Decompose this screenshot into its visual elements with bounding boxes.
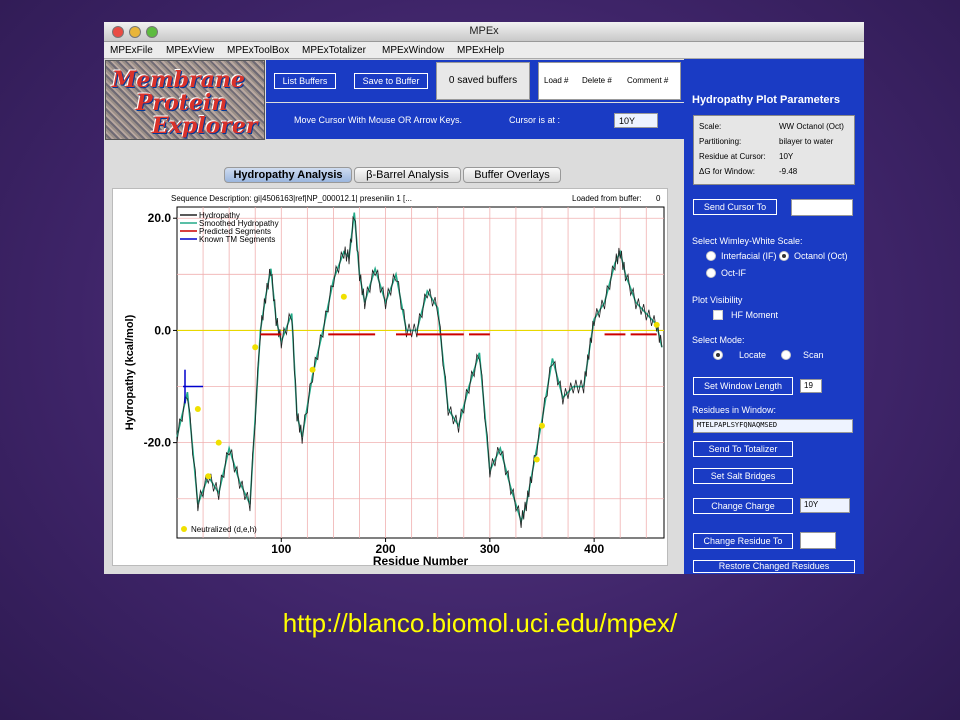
scale-option-label: Octanol (Oct)	[794, 251, 848, 261]
change-residue-to-button[interactable]: Change Residue To	[693, 533, 793, 549]
logo-word-explorer: Explorer	[152, 113, 258, 139]
legend-label: Known TM Segments	[199, 235, 275, 244]
neutralized-legend-label: Neutralized (d,e,h)	[191, 525, 257, 534]
restore-changed-residues-button[interactable]: Restore Changed Residues	[693, 560, 855, 573]
window-title: MPEx	[469, 25, 499, 37]
scale-radio-octanol[interactable]	[779, 251, 789, 261]
menu-mpexfile[interactable]: MPExFile	[110, 45, 153, 56]
cursor-instruction: Move Cursor With Mouse OR Arrow Keys.	[294, 115, 463, 125]
cursor-row: Move Cursor With Mouse OR Arrow Keys. Cu…	[266, 103, 684, 139]
y-tick-label: -20.0	[144, 436, 172, 450]
neutralized-point	[538, 422, 545, 429]
set-window-length-button[interactable]: Set Window Length	[693, 377, 793, 395]
param-key: ΔG for Window:	[699, 167, 756, 176]
menu-mpextotalizer[interactable]: MPExTotalizer	[302, 45, 366, 56]
list-buffers-button[interactable]: List Buffers	[274, 73, 336, 89]
neutralized-point	[252, 344, 259, 351]
buffer-actions-panel: Load # Delete # Comment #	[538, 62, 681, 100]
menu-mpexview[interactable]: MPExView	[166, 45, 214, 56]
params-title: Hydropathy Plot Parameters	[692, 94, 840, 106]
hf-moment-checkbox[interactable]	[713, 310, 723, 320]
param-value: bilayer to water	[779, 137, 834, 146]
tab-hydropathy-analysis[interactable]: Hydropathy Analysis	[224, 167, 352, 183]
left-pane: Membrane Protein Explorer List Buffers S…	[104, 59, 684, 574]
y-axis-label: Hydropathy (kcal/mol)	[124, 314, 136, 430]
residues-heading: Residues in Window:	[692, 405, 777, 415]
cursor-position-field[interactable]: 10Y	[614, 113, 658, 128]
send-to-totalizer-button[interactable]: Send To Totalizer	[693, 441, 793, 457]
mode-option-label: Scan	[803, 350, 824, 360]
x-tick-label: 400	[584, 542, 604, 556]
visibility-heading: Plot Visibility	[692, 295, 743, 305]
neutralized-point	[205, 473, 212, 480]
param-value: WW Octanol (Oct)	[779, 122, 844, 131]
param-value: -9.48	[779, 167, 798, 176]
mode-heading: Select Mode:	[692, 335, 745, 345]
mpex-url[interactable]: http://blanco.biomol.uci.edu/mpex/	[0, 608, 960, 639]
change-residue-field[interactable]	[800, 532, 836, 549]
mode-option-label: Locate	[739, 350, 767, 360]
membrane-protein-explorer-logo: Membrane Protein Explorer	[105, 60, 265, 140]
tab-beta-barrel-analysis[interactable]: β-Barrel Analysis	[354, 167, 461, 183]
send-cursor-input[interactable]	[791, 199, 853, 216]
neutralized-point	[653, 321, 660, 328]
scale-option-label: Oct-IF	[721, 268, 746, 278]
param-key: Partitioning:	[699, 137, 742, 146]
neutralized-legend-swatch	[181, 526, 187, 532]
tab-buffer-overlays[interactable]: Buffer Overlays	[463, 167, 561, 183]
neutralized-point	[194, 405, 201, 412]
hf-moment-label: HF Moment	[731, 310, 779, 320]
param-key: Scale:	[699, 122, 722, 131]
y-tick-label: 20.0	[148, 211, 172, 225]
params-box: Scale: WW Octanol (Oct) Partitioning: bi…	[693, 115, 855, 185]
hydropathy-plot-panel[interactable]: Sequence Description: gi|4506163|ref|NP_…	[112, 188, 669, 567]
x-tick-label: 300	[480, 542, 500, 556]
saved-buffers-count: 0 saved buffers	[436, 62, 530, 100]
neutralized-point	[309, 366, 316, 373]
menu-mpextoolbox[interactable]: MPExToolBox	[227, 45, 289, 56]
scale-option-label: Interfacial (IF)	[721, 251, 777, 261]
menu-mpexwindow[interactable]: MPExWindow	[382, 45, 444, 56]
mpex-window: MPEx MPExFile MPExView MPExToolBox MPExT…	[104, 22, 864, 574]
change-charge-button[interactable]: Change Charge	[693, 498, 793, 514]
scale-heading: Select Wimley-White Scale:	[692, 236, 803, 246]
y-tick-label: 0.0	[154, 323, 171, 337]
buffer-toolbar: List Buffers Save to Buffer 0 saved buff…	[266, 60, 684, 102]
cursor-position-label: Cursor is at :	[509, 115, 561, 125]
residues-in-window-field[interactable]: MTELPAPLSYFQNAQMSED	[693, 419, 853, 433]
scale-radio-interfacial[interactable]	[706, 251, 716, 261]
param-value: 10Y	[779, 152, 794, 161]
comment-buffer-button[interactable]: Comment #	[627, 76, 668, 85]
title-bar: MPEx	[104, 22, 864, 42]
window-length-field[interactable]: 19	[800, 379, 822, 393]
x-tick-label: 100	[271, 542, 291, 556]
plot-area	[176, 206, 665, 539]
param-key: Residue at Cursor:	[699, 152, 766, 161]
x-axis-label: Residue Number	[373, 554, 469, 567]
menu-bar: MPExFile MPExView MPExToolBox MPExTotali…	[104, 42, 864, 59]
neutralized-point	[215, 439, 222, 446]
neutralized-point	[533, 456, 540, 463]
mode-radio-locate[interactable]	[713, 350, 723, 360]
scale-radio-oct-if[interactable]	[706, 268, 716, 278]
send-cursor-to-button[interactable]: Send Cursor To	[693, 199, 777, 215]
load-buffer-button[interactable]: Load #	[544, 76, 568, 85]
menu-mpexhelp[interactable]: MPExHelp	[457, 45, 504, 56]
delete-buffer-button[interactable]: Delete #	[582, 76, 612, 85]
change-charge-field[interactable]: 10Y	[800, 498, 850, 513]
mode-radio-scan[interactable]	[781, 350, 791, 360]
set-salt-bridges-button[interactable]: Set Salt Bridges	[693, 468, 793, 484]
parameters-pane: Hydropathy Plot Parameters Scale: WW Oct…	[684, 59, 864, 574]
save-to-buffer-button[interactable]: Save to Buffer	[354, 73, 428, 89]
hydropathy-chart[interactable]: 100 200 300 40020.00.0-20.0Residue NumberHy…	[113, 189, 669, 567]
neutralized-point	[340, 293, 347, 300]
